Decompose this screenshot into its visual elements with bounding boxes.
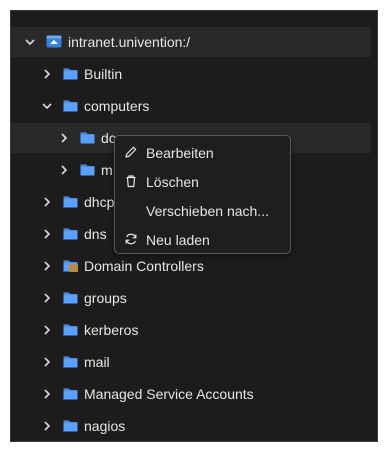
tree-item-label: Builtin: [84, 66, 123, 82]
menu-item-reload[interactable]: Neu laden: [115, 225, 290, 254]
chevron-right-icon[interactable]: [40, 323, 54, 337]
tree-item-label: groups: [84, 290, 127, 306]
tree-item-nagios[interactable]: nagios: [11, 411, 371, 441]
chevron-right-icon[interactable]: [40, 67, 54, 81]
chevron-right-icon[interactable]: [40, 291, 54, 305]
tree-item-label: m: [101, 162, 113, 178]
tree-item-label: computers: [84, 98, 150, 114]
chevron-right-icon[interactable]: [40, 355, 54, 369]
folder-icon: [63, 324, 78, 336]
chevron-down-icon[interactable]: [23, 35, 37, 49]
tree-item-builtin[interactable]: Builtin: [11, 59, 371, 89]
vertical-scrollbar[interactable]: [369, 11, 377, 441]
tree-item-label: Domain Controllers: [84, 258, 204, 274]
menu-item-label: Bearbeiten: [146, 145, 214, 161]
menu-item-move-to[interactable]: Verschieben nach...: [115, 196, 290, 225]
menu-item-edit[interactable]: Bearbeiten: [115, 138, 290, 167]
menu-item-label: Neu laden: [146, 232, 210, 248]
tree-root-label: intranet.univention:/: [68, 34, 191, 50]
folder-icon: [80, 164, 95, 176]
folder-icon: [63, 196, 78, 208]
folder-icon: [80, 132, 95, 144]
folder-icon: [63, 420, 78, 432]
container-icon: [63, 260, 78, 272]
menu-item-delete[interactable]: Löschen: [115, 167, 290, 196]
folder-icon: [63, 100, 78, 112]
tree-item-mail[interactable]: mail: [11, 347, 371, 377]
pencil-icon: [125, 146, 137, 158]
domain-root-icon: [46, 35, 62, 48]
folder-icon: [63, 228, 78, 240]
menu-item-label: Löschen: [146, 174, 199, 190]
refresh-icon: [125, 233, 137, 245]
chevron-right-icon[interactable]: [40, 387, 54, 401]
tree-item-label: dhcp: [84, 194, 115, 210]
chevron-right-icon[interactable]: [40, 227, 54, 241]
tree-item-label: nagios: [84, 418, 126, 434]
tree-item-domain-controllers[interactable]: Domain Controllers: [11, 251, 371, 281]
tree-root-row[interactable]: intranet.univention:/: [11, 27, 371, 57]
tree-item-label: kerberos: [84, 322, 139, 338]
tree-item-kerberos[interactable]: kerberos: [11, 315, 371, 345]
context-menu: Bearbeiten Löschen Verschieben nach... N…: [114, 135, 291, 254]
chevron-down-icon[interactable]: [40, 99, 54, 113]
menu-item-label: Verschieben nach...: [146, 203, 269, 219]
chevron-right-icon[interactable]: [40, 259, 54, 273]
tree-item-label: Managed Service Accounts: [84, 386, 254, 402]
folder-icon: [63, 292, 78, 304]
folder-icon: [63, 68, 78, 80]
tree-item-computers[interactable]: computers: [11, 91, 371, 121]
tree-item-label: mail: [84, 354, 110, 370]
folder-icon: [63, 388, 78, 400]
tree-item-label: dns: [84, 226, 107, 242]
trash-icon: [126, 175, 136, 188]
tree-item-groups[interactable]: groups: [11, 283, 371, 313]
chevron-right-icon[interactable]: [57, 163, 71, 177]
folder-icon: [63, 356, 78, 368]
chevron-right-icon[interactable]: [40, 195, 54, 209]
chevron-right-icon[interactable]: [57, 131, 71, 145]
chevron-right-icon[interactable]: [40, 419, 54, 433]
tree-item-managed-service-accounts[interactable]: Managed Service Accounts: [11, 379, 371, 409]
